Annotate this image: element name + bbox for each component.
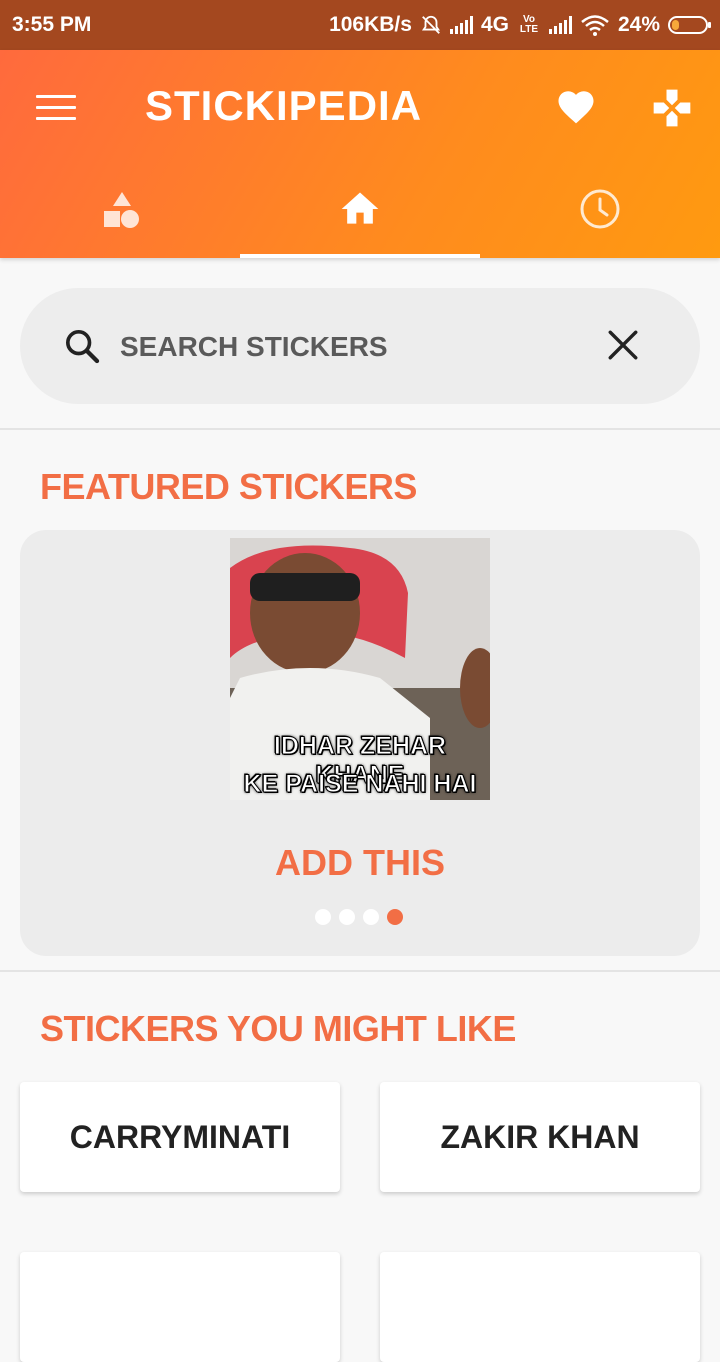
category-card[interactable]: ZAKIR KHAN bbox=[380, 1082, 700, 1192]
tab-categories[interactable] bbox=[0, 180, 240, 258]
shapes-icon bbox=[104, 192, 139, 228]
category-card[interactable]: CARRYMINATI bbox=[20, 1082, 340, 1192]
featured-sticker[interactable]: IDHAR ZEHAR KHANE KE PAISE NAHI HAI bbox=[230, 538, 490, 800]
search-icon bbox=[66, 330, 100, 364]
battery-icon bbox=[668, 16, 711, 34]
menu-icon[interactable] bbox=[36, 95, 76, 121]
category-card[interactable] bbox=[380, 1252, 700, 1362]
carousel-dot[interactable] bbox=[363, 909, 379, 925]
network-type: 4G bbox=[480, 13, 509, 36]
signal-icon bbox=[449, 16, 473, 34]
search-bar bbox=[20, 288, 700, 404]
carousel-dots bbox=[315, 909, 403, 925]
status-bar: 3:55 PM 106KB/s 4G Vo LTE 24% bbox=[0, 0, 720, 50]
section-divider bbox=[0, 970, 720, 972]
featured-card: IDHAR ZEHAR KHANE KE PAISE NAHI HAI ADD … bbox=[20, 530, 700, 956]
battery-percent: 24% bbox=[617, 13, 660, 36]
signal-icon-2 bbox=[548, 16, 572, 34]
search-section bbox=[0, 258, 720, 430]
gamepad-icon[interactable] bbox=[650, 86, 694, 130]
wifi-icon bbox=[581, 15, 609, 36]
category-card[interactable] bbox=[20, 1252, 340, 1362]
heart-icon[interactable] bbox=[555, 86, 597, 128]
bell-off-icon bbox=[421, 15, 440, 34]
carousel-dot-active[interactable] bbox=[387, 909, 403, 925]
tab-home[interactable] bbox=[240, 180, 480, 258]
app-bar: STICKIPEDIA bbox=[0, 50, 720, 258]
sticker-caption-line2: KE PAISE NAHI HAI bbox=[243, 770, 477, 799]
volte-label: Vo LTE bbox=[519, 14, 539, 35]
tab-recent[interactable] bbox=[480, 180, 720, 258]
status-time: 3:55 PM bbox=[12, 13, 92, 36]
home-icon bbox=[341, 192, 379, 224]
clock-icon bbox=[580, 189, 620, 229]
add-this-button[interactable]: ADD THIS bbox=[20, 842, 700, 884]
suggested-title: STICKERS YOU MIGHT LIKE bbox=[40, 1008, 516, 1049]
search-input[interactable] bbox=[118, 324, 562, 370]
featured-title: FEATURED STICKERS bbox=[40, 466, 417, 507]
carousel-dot[interactable] bbox=[339, 909, 355, 925]
close-icon[interactable] bbox=[606, 328, 640, 362]
status-right: 106KB/s 4G Vo LTE 24% bbox=[329, 13, 711, 37]
carousel-dot[interactable] bbox=[315, 909, 331, 925]
app-title: STICKIPEDIA bbox=[145, 82, 423, 129]
network-speed: 106KB/s bbox=[329, 13, 412, 36]
